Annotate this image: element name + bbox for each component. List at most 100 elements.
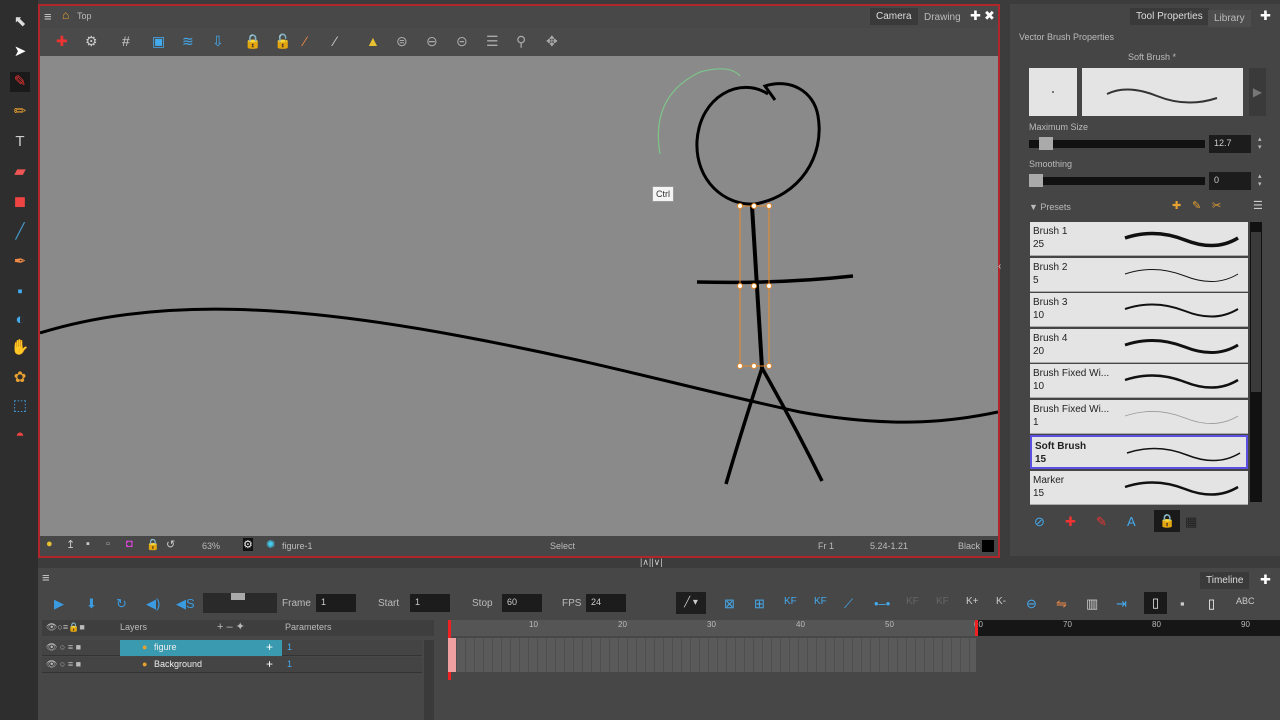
tab-timeline[interactable]: Timeline (1200, 572, 1250, 589)
stroke-dotted-icon[interactable]: ⁄ (334, 33, 336, 49)
brush-tip-preview[interactable] (1029, 68, 1077, 116)
extend-icon[interactable]: ⇥ (1116, 596, 1127, 612)
drawing-canvas[interactable]: Ctrl ‹ (39, 56, 1001, 536)
onion-skin-icon[interactable]: ≋ (182, 33, 194, 50)
add-drawing-icon[interactable]: ⊠ (724, 596, 735, 612)
layer-row[interactable]: 👁 ○ ≡ ■ ● Background + 1 (42, 657, 422, 673)
layer-scrollbar[interactable] (424, 640, 434, 720)
ease-icon[interactable]: ⟋ (844, 596, 853, 612)
home-icon[interactable]: ⌂ (62, 8, 69, 22)
onion-icon[interactable]: ↥ (66, 538, 75, 551)
current-color-swatch[interactable] (982, 540, 994, 552)
splitter-arrows-icon[interactable]: |∧||∨| (640, 557, 663, 568)
frame-icon[interactable]: ▪ (86, 538, 90, 550)
lock-color-icon[interactable]: 🔒 (1154, 510, 1181, 532)
tab-tool-properties[interactable]: Tool Properties (1130, 8, 1209, 25)
preset-item[interactable]: Brush 1 25 (1030, 222, 1248, 256)
auto-flatten-icon[interactable]: A (1127, 514, 1136, 529)
layer-name[interactable]: Background (154, 659, 202, 669)
stop-motion-icon[interactable]: •–• (874, 596, 890, 611)
thumbnail-small-icon[interactable]: ▪ (1180, 596, 1185, 611)
layer-remove-icon[interactable]: ⊖ (426, 33, 438, 50)
thumbnail-icon[interactable]: ▯ (1208, 596, 1215, 612)
current-cell[interactable] (448, 638, 456, 672)
menu-icon[interactable]: ≡ (44, 9, 52, 24)
rotate-view-icon[interactable]: ◐ (10, 310, 30, 330)
zoom-level[interactable]: 63% (202, 541, 220, 551)
duplicate-drawing-icon[interactable]: ⊞ (754, 596, 765, 612)
safe-frame-icon[interactable]: ▫ (106, 538, 110, 550)
loop-icon[interactable]: ↻ (116, 596, 127, 612)
preset-item[interactable]: Brush 3 10 (1030, 293, 1248, 327)
smoothing-input[interactable]: 0 (1209, 172, 1251, 190)
flatten-icon[interactable]: ✥ (546, 33, 558, 50)
new-preset-icon[interactable]: ✚ (1172, 199, 1181, 212)
preset-scrollbar[interactable] (1250, 222, 1262, 502)
lightbulb-icon[interactable]: ▲ (366, 33, 380, 49)
collapse-arrows-icon[interactable]: ‹ (998, 261, 1006, 272)
line-tool-icon[interactable]: ╱ (10, 222, 30, 242)
brush-menu-arrow-icon[interactable]: ▶ (1249, 68, 1266, 116)
playback-speed-slider[interactable] (203, 593, 277, 613)
grid-view-icon[interactable]: ▦ (1185, 514, 1197, 530)
mask-icon[interactable]: ◘ (126, 538, 133, 550)
drawing-name[interactable]: figure-1 (282, 541, 313, 551)
sound-scrub-icon[interactable]: ◀S (176, 596, 195, 612)
insert-frame-button[interactable]: K+ (966, 596, 979, 607)
preset-menu-icon[interactable]: ☰ (1253, 199, 1263, 212)
preset-item[interactable]: Brush Fixed Wi... 10 (1030, 364, 1248, 398)
close-icon[interactable]: ✖ (984, 8, 995, 24)
grid-icon[interactable]: # (122, 33, 130, 49)
stroke-icon[interactable]: ⁄ (304, 33, 306, 49)
reset-view-icon[interactable]: ↺ (166, 538, 175, 551)
menu-icon[interactable]: ≡ (42, 570, 50, 585)
brush-add-icon[interactable]: ✚ (1065, 514, 1076, 530)
select-tool-icon[interactable]: ⬉ (10, 12, 30, 32)
stop-input[interactable]: 60 (502, 594, 542, 612)
rename-preset-icon[interactable]: ✎ (1192, 199, 1201, 212)
play-selection-icon[interactable]: ⬇ (86, 596, 97, 612)
add-parameter-icon[interactable]: + (266, 640, 273, 654)
breadcrumb[interactable]: Top (77, 11, 92, 21)
light-table-icon[interactable]: ⇩ (212, 33, 224, 50)
unlock-icon[interactable]: 🔓 (274, 33, 291, 50)
next-keyframe-button[interactable]: KF (936, 596, 949, 607)
tab-camera[interactable]: Camera (870, 8, 918, 25)
add-view-icon[interactable]: ✚ (1260, 8, 1271, 24)
layer-icon[interactable]: ⊝ (456, 33, 468, 50)
eraser-tool-icon[interactable]: ▰ (10, 162, 30, 182)
layer-row[interactable]: 👁 ○ ≡ ■ ● figure + 1 (42, 640, 422, 656)
preset-item[interactable]: Brush 4 20 (1030, 328, 1248, 363)
max-size-slider[interactable] (1029, 137, 1205, 150)
add-layer-icon[interactable]: + – ✦ (217, 620, 245, 633)
max-size-stepper[interactable]: ▴ ▾ (1258, 136, 1262, 152)
hand-tool-icon[interactable]: ✋ (10, 338, 30, 358)
pot-tool-icon[interactable]: ◓ (10, 426, 30, 446)
onion-skin-icon[interactable]: ⊖ (1026, 596, 1037, 612)
lock-icon[interactable]: 🔒 (244, 33, 261, 50)
play-icon[interactable]: ▶ (54, 596, 64, 612)
stop-marker[interactable] (975, 620, 978, 636)
visibility-toggles[interactable]: 👁○≡🔒■ (46, 622, 85, 633)
gear-icon[interactable]: ⚙ (243, 538, 253, 551)
start-input[interactable]: 1 (410, 594, 450, 612)
morph-tool-icon[interactable]: ▪ (10, 282, 30, 302)
lightbulb-icon[interactable]: ● (46, 538, 53, 550)
smoothing-slider[interactable] (1029, 174, 1205, 187)
frame-input[interactable]: 1 (316, 594, 356, 612)
layer-toggles[interactable]: 👁 ○ ≡ ■ (46, 642, 81, 653)
layer-name[interactable]: figure (154, 642, 177, 652)
max-size-input[interactable]: 12.7 (1209, 135, 1251, 153)
tab-library[interactable]: Library (1208, 10, 1251, 27)
preset-item[interactable]: Soft Brush 15 (1030, 435, 1248, 469)
sound-icon[interactable]: ◀) (146, 596, 160, 612)
prev-keyframe-button[interactable]: KF (906, 596, 919, 607)
preset-item[interactable]: Brush Fixed Wi... 1 (1030, 399, 1248, 434)
pencil-tool-icon[interactable]: ✏ (10, 102, 30, 122)
dropper-tool-icon[interactable]: ✒ (10, 252, 30, 272)
brush-add-icon[interactable]: ✚ (56, 33, 68, 50)
delete-preset-icon[interactable]: ✂ (1212, 199, 1221, 212)
fps-input[interactable]: 24 (586, 594, 626, 612)
brush-tool-icon[interactable]: ✎ (10, 72, 30, 92)
frame-cells[interactable] (448, 638, 976, 672)
